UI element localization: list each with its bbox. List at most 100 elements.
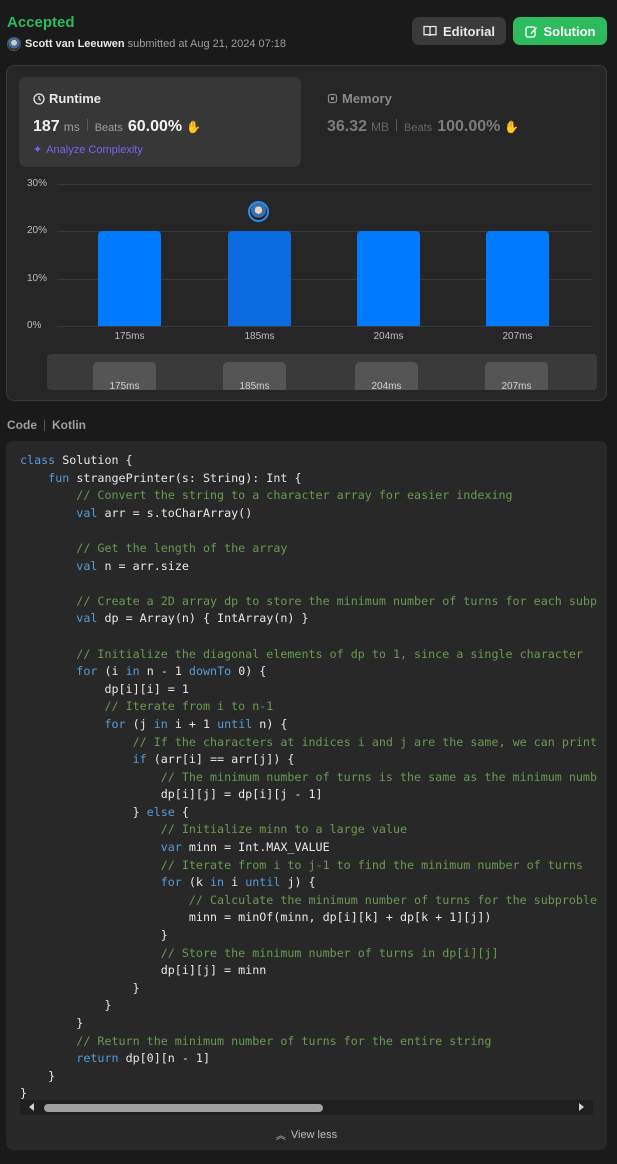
code-header: Code Kotlin xyxy=(7,418,86,432)
editorial-label: Editorial xyxy=(442,23,495,39)
y-tick-label: 20% xyxy=(27,225,48,237)
runtime-panel[interactable]: Runtime 187 ms Beats 60.00% ✋ ✦ Analyze … xyxy=(19,77,301,167)
runtime-unit: ms xyxy=(63,120,80,134)
code-line: // Return the minimum number of turns fo… xyxy=(76,1033,492,1048)
code-line: // Initialize the diagonal elements of d… xyxy=(76,646,583,661)
x-tick-label: 185ms xyxy=(244,331,275,342)
code-line: dp[i][i] = 1 xyxy=(20,681,189,696)
code-line: // Get the length of the array xyxy=(76,540,288,555)
chart-bar[interactable] xyxy=(98,231,161,326)
sparkle-icon: ✦ xyxy=(33,144,43,156)
y-tick-label: 0% xyxy=(27,320,42,331)
code-lines: class Solution { fun strangePrinter(s: S… xyxy=(20,452,607,1103)
solution-label: Solution xyxy=(543,23,596,39)
divider xyxy=(44,419,45,431)
code-line: } xyxy=(20,928,168,943)
avatar[interactable] xyxy=(7,37,21,51)
code-line: // Calculate the minimum number of turns… xyxy=(188,892,598,907)
code-line: for (i in n - 1 downTo 0) { xyxy=(76,664,267,679)
mini-x-tick-label: 175ms xyxy=(109,381,140,390)
clap-icon: ✋ xyxy=(186,120,202,134)
code-label: Code xyxy=(7,418,37,432)
memory-title: Memory xyxy=(342,91,392,106)
x-tick-label: 175ms xyxy=(114,331,145,342)
edit-icon xyxy=(524,25,537,38)
code-line: // Convert the string to a character arr… xyxy=(76,488,513,503)
submission-meta: Scott van Leeuwen submitted at Aug 21, 2… xyxy=(7,37,286,51)
code-line: val n = arr.size xyxy=(76,558,189,573)
solution-button[interactable]: Solution xyxy=(513,17,607,45)
memory-value: 36.32 MB Beats 100.00% ✋ xyxy=(327,118,519,136)
runtime-number: 187 xyxy=(33,118,60,135)
y-tick-label: 30% xyxy=(27,178,48,189)
submission-status: Accepted xyxy=(7,14,75,31)
code-block[interactable]: class Solution { fun strangePrinter(s: S… xyxy=(6,441,607,1150)
memory-panel[interactable]: Memory 36.32 MB Beats 100.00% ✋ xyxy=(327,77,597,167)
horizontal-scrollbar[interactable] xyxy=(20,1100,593,1115)
code-line: dp[i][j] = dp[i][j - 1] xyxy=(20,787,323,802)
code-line: val arr = s.toCharArray() xyxy=(76,505,253,520)
divider xyxy=(86,119,88,131)
code-line: } xyxy=(20,1016,84,1030)
runtime-title: Runtime xyxy=(49,91,101,106)
runtime-beats-label: Beats xyxy=(94,122,123,134)
your-submission-marker[interactable] xyxy=(248,201,269,223)
code-line: var minn = Int.MAX_VALUE xyxy=(160,840,330,855)
mini-x-tick-label: 204ms xyxy=(371,381,402,390)
code-line: // Initialize minn to a large value xyxy=(160,822,408,837)
view-less-button[interactable]: ︽ View less xyxy=(6,1127,607,1143)
book-icon xyxy=(423,25,437,37)
code-line: } xyxy=(20,980,140,995)
code-line: return dp[0][n - 1] xyxy=(76,1051,211,1066)
chart-range-slider[interactable]: 175ms 185ms 204ms 207ms xyxy=(47,354,597,390)
code-line: } else { xyxy=(20,804,189,819)
code-line: } xyxy=(20,998,112,1013)
memory-number: 36.32 xyxy=(327,118,368,135)
memory-beats-percent: 100.00% xyxy=(437,118,501,135)
code-line: // Iterate from i to j-1 to find the min… xyxy=(160,857,583,872)
code-language: Kotlin xyxy=(52,418,86,432)
submitted-time: submitted at Aug 21, 2024 07:18 xyxy=(127,38,287,50)
analyze-complexity-link[interactable]: ✦ Analyze Complexity xyxy=(33,143,143,157)
mini-x-tick-label: 185ms xyxy=(239,381,270,390)
runtime-header: Runtime xyxy=(33,91,101,106)
code-line: if (arr[i] == arr[j]) { xyxy=(132,752,295,767)
username-link[interactable]: Scott van Leeuwen xyxy=(25,38,125,50)
mini-x-tick-label: 207ms xyxy=(501,381,532,390)
view-less-label: View less xyxy=(290,1128,338,1141)
analyze-label: Analyze Complexity xyxy=(46,143,143,156)
scroll-right-arrow-icon[interactable] xyxy=(579,1103,584,1111)
memory-chip-icon xyxy=(327,93,338,104)
scroll-left-arrow-icon[interactable] xyxy=(29,1103,34,1111)
code-line: // If the characters at indices i and j … xyxy=(132,734,598,749)
runtime-beats-percent: 60.00% xyxy=(127,118,183,135)
code-line: // Create a 2D array dp to store the min… xyxy=(76,593,597,608)
x-tick-label: 207ms xyxy=(502,331,533,342)
x-tick-label: 204ms xyxy=(373,331,404,342)
code-line: minn = minOf(minn, dp[i][k] + dp[k + 1][… xyxy=(20,910,492,925)
code-line: // Store the minimum number of turns in … xyxy=(160,945,499,960)
y-tick-label: 10% xyxy=(27,272,48,284)
chart-bar[interactable] xyxy=(486,231,549,326)
gridline xyxy=(57,326,592,327)
code-line: class Solution { xyxy=(20,453,133,467)
gridline xyxy=(57,184,592,185)
scrollbar-thumb[interactable] xyxy=(44,1104,323,1112)
memory-header: Memory xyxy=(327,91,392,106)
code-line: dp[i][j] = minn xyxy=(20,963,267,978)
clap-icon: ✋ xyxy=(504,120,520,134)
code-line: // Iterate from i to n-1 xyxy=(104,699,274,714)
divider xyxy=(396,119,398,131)
chart-bar[interactable] xyxy=(357,231,420,326)
chevrons-up-icon: ︽ xyxy=(275,1131,286,1142)
memory-unit: MB xyxy=(371,120,390,134)
chart-bar[interactable] xyxy=(228,231,291,326)
editorial-button[interactable]: Editorial xyxy=(412,17,506,45)
runtime-value: 187 ms Beats 60.00% ✋ xyxy=(33,118,201,136)
performance-card: Runtime 187 ms Beats 60.00% ✋ ✦ Analyze … xyxy=(6,65,607,401)
memory-beats-label: Beats xyxy=(404,122,433,134)
code-line: // The minimum number of turns is the sa… xyxy=(160,769,597,784)
